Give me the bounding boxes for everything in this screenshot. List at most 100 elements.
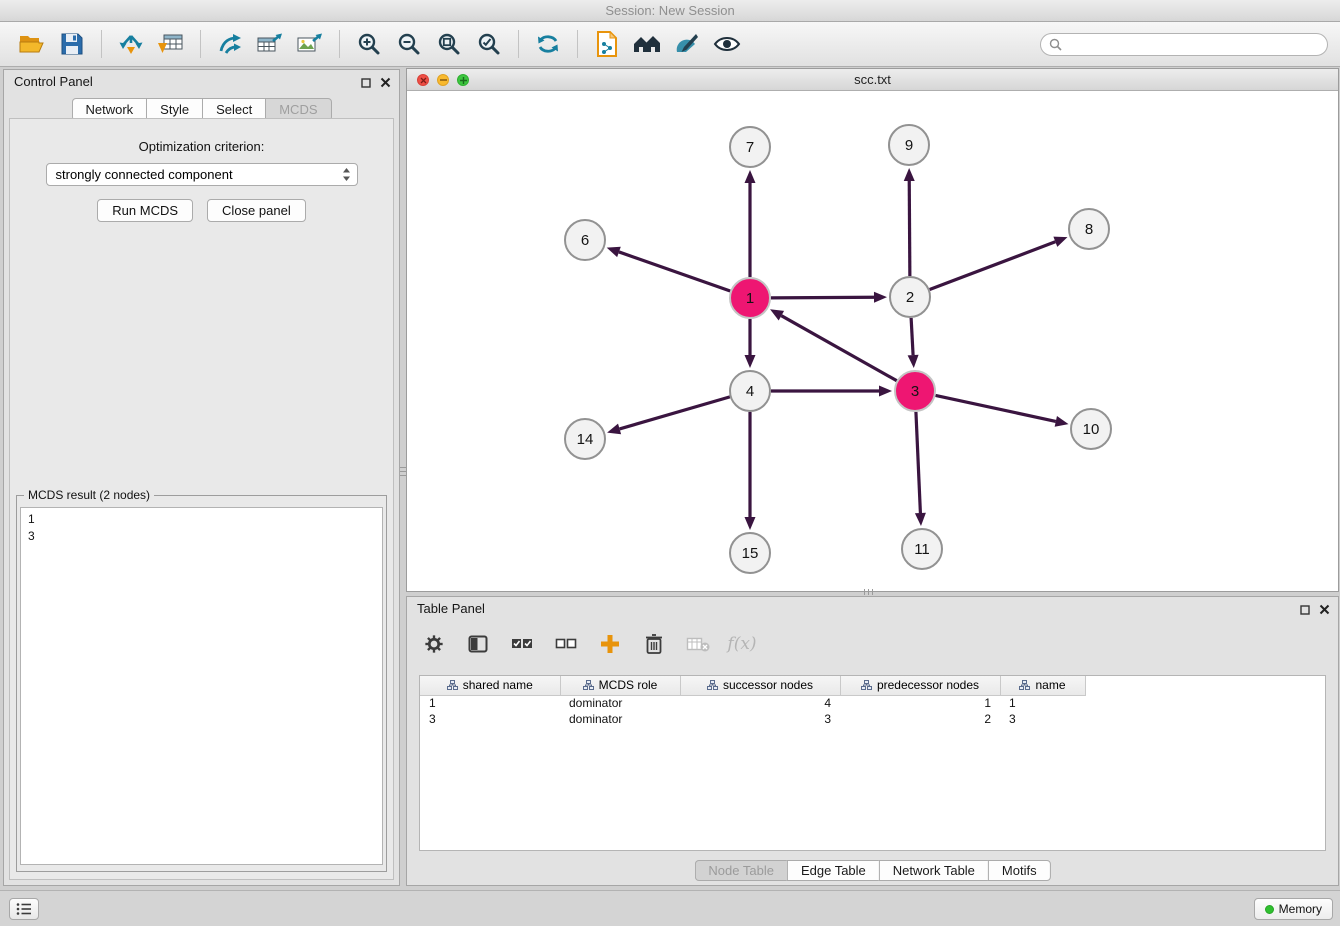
run-mcds-button[interactable]: Run MCDS: [97, 199, 193, 222]
window-minimize-button[interactable]: [437, 74, 449, 86]
search-box[interactable]: [1040, 33, 1328, 56]
edge-2-to-8[interactable]: [930, 242, 1056, 290]
graph-node-label-15: 15: [742, 545, 759, 562]
close-panel-button[interactable]: [380, 75, 391, 93]
tab-edge-table[interactable]: Edge Table: [787, 860, 879, 881]
function-builder-button[interactable]: f(x): [729, 631, 755, 657]
style-brush-icon: [674, 32, 700, 56]
import-table-file-icon: [157, 32, 185, 56]
network-window-titlebar: scc.txt: [407, 69, 1338, 91]
search-input[interactable]: [1067, 37, 1319, 52]
tab-network-table[interactable]: Network Table: [879, 860, 988, 881]
zoom-fit-icon: [437, 32, 461, 56]
arrowhead-4-to-15: [745, 517, 756, 530]
table-row[interactable]: 1dominator411: [420, 695, 1085, 711]
open-folder-button[interactable]: [12, 26, 52, 62]
close-table-panel-button[interactable]: [1319, 602, 1330, 620]
table-panel-tabs: Node TableEdge TableNetwork TableMotifs: [694, 860, 1050, 881]
arrowhead-1-to-6: [607, 247, 621, 257]
arrowhead-3-to-10: [1055, 416, 1069, 427]
dropdown-stepper-icon: [342, 167, 351, 182]
table-cell: 2: [840, 711, 1000, 727]
window-close-button[interactable]: [417, 74, 429, 86]
network-overview-button[interactable]: [627, 26, 667, 62]
mcds-result-group: MCDS result (2 nodes) 13: [16, 495, 387, 872]
zoom-fit-button[interactable]: [429, 26, 469, 62]
zoom-selected-icon: [477, 32, 501, 56]
select-all-columns-button[interactable]: [509, 631, 535, 657]
task-history-button[interactable]: [9, 898, 39, 920]
select-all-icon: [511, 634, 533, 654]
import-network-button[interactable]: [210, 26, 250, 62]
delete-row-button[interactable]: [641, 631, 667, 657]
gear-icon: [424, 634, 444, 654]
column-header-MCDS-role[interactable]: MCDS role: [560, 676, 680, 695]
column-header-successor-nodes[interactable]: successor nodes: [680, 676, 840, 695]
table-row[interactable]: 3dominator323: [420, 711, 1085, 727]
column-header-predecessor-nodes[interactable]: predecessor nodes: [840, 676, 1000, 695]
column-header-shared-name[interactable]: shared name: [420, 676, 560, 695]
add-column-button[interactable]: [597, 631, 623, 657]
export-image-button[interactable]: [290, 26, 330, 62]
zoom-selected-button[interactable]: [469, 26, 509, 62]
window-title: Session: New Session: [605, 3, 734, 18]
float-table-panel-button[interactable]: [1300, 602, 1310, 620]
share-arrows-icon: [217, 32, 243, 56]
table-cell: 1: [1000, 695, 1085, 711]
network-canvas[interactable]: 7968124314101511: [407, 91, 1338, 591]
session-document-icon: [595, 31, 619, 57]
graph-node-label-2: 2: [906, 289, 914, 306]
zoom-out-icon: [397, 32, 421, 56]
edge-1-to-2[interactable]: [771, 297, 874, 298]
arrowhead-2-to-3: [908, 355, 919, 368]
mcds-result-node: 3: [28, 528, 375, 545]
optimization-criterion-label: Optimization criterion:: [10, 139, 393, 154]
deselect-all-columns-button[interactable]: [553, 631, 579, 657]
export-table-button[interactable]: [250, 26, 290, 62]
show-hide-button[interactable]: [707, 26, 747, 62]
mcds-tab-content: Optimization criterion: strongly connect…: [9, 118, 394, 880]
optimization-criterion-select[interactable]: strongly connected component: [46, 163, 358, 186]
float-panel-button[interactable]: [361, 75, 371, 93]
close-panel-action-button[interactable]: Close panel: [207, 199, 306, 222]
table-cell: dominator: [560, 695, 680, 711]
show-columns-button[interactable]: [465, 631, 491, 657]
memory-button[interactable]: Memory: [1254, 898, 1333, 920]
window-zoom-button[interactable]: [457, 74, 469, 86]
zoom-out-button[interactable]: [389, 26, 429, 62]
export-image-icon: [296, 32, 324, 56]
mcds-result-list: 13: [20, 507, 383, 865]
horizontal-panel-resize-handle[interactable]: [855, 589, 881, 595]
column-type-icon: [861, 680, 872, 690]
refresh-button[interactable]: [528, 26, 568, 62]
tab-motifs[interactable]: Motifs: [988, 860, 1051, 881]
table-cell: 3: [1000, 711, 1085, 727]
arrowhead-4-to-14: [607, 424, 621, 435]
edge-2-to-9[interactable]: [909, 181, 910, 276]
minimize-glyph-icon: [440, 79, 447, 81]
vertical-panel-resize-handle[interactable]: [400, 458, 406, 484]
close-icon: [1319, 604, 1330, 615]
main-toolbar: [0, 22, 1340, 67]
tab-node-table[interactable]: Node Table: [694, 860, 787, 881]
edge-3-to-1[interactable]: [781, 316, 896, 381]
import-table-file-button[interactable]: [151, 26, 191, 62]
list-icon: [16, 902, 32, 916]
toolbar-separator: [101, 30, 102, 58]
control-panel: Control Panel NetworkStyleSelectMCDS Opt…: [3, 69, 400, 886]
edge-2-to-3[interactable]: [911, 318, 913, 355]
zoom-in-icon: [357, 32, 381, 56]
open-session-document-button[interactable]: [587, 26, 627, 62]
table-settings-button[interactable]: [421, 631, 447, 657]
save-session-button[interactable]: [52, 26, 92, 62]
edge-3-to-10[interactable]: [936, 395, 1056, 421]
import-network-file-button[interactable]: [111, 26, 151, 62]
edge-4-to-14[interactable]: [620, 397, 730, 429]
edge-3-to-11[interactable]: [916, 412, 920, 513]
mcds-result-node: 1: [28, 511, 375, 528]
zoom-in-button[interactable]: [349, 26, 389, 62]
style-brush-button[interactable]: [667, 26, 707, 62]
column-header-name[interactable]: name: [1000, 676, 1085, 695]
edge-1-to-6[interactable]: [619, 252, 730, 291]
delete-column-button[interactable]: [685, 631, 711, 657]
